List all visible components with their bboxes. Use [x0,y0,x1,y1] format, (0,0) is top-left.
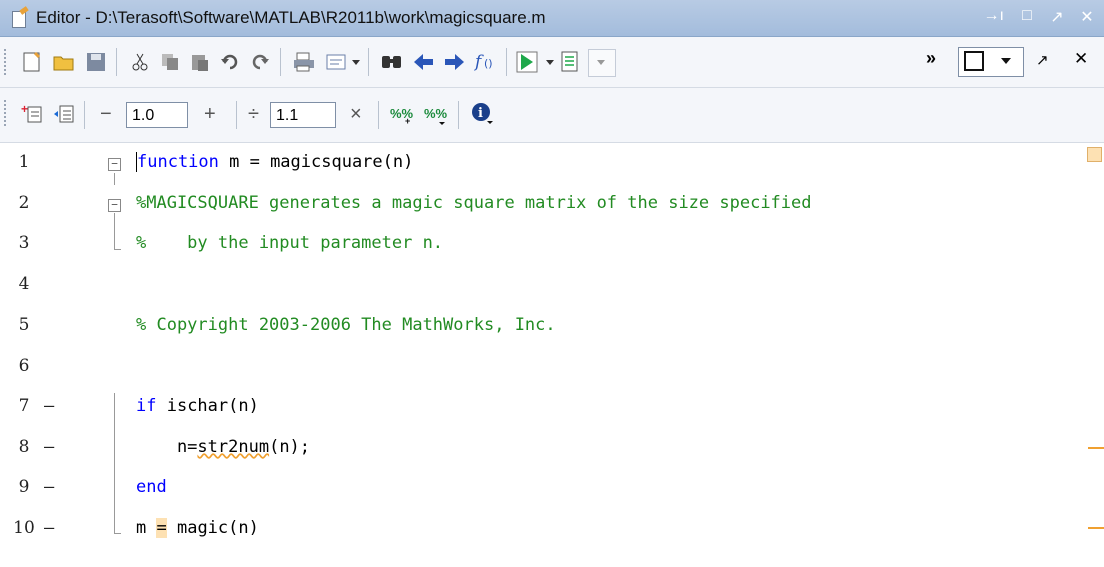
line-number: 6 [18,356,30,376]
cell-value-input[interactable]: 1.0 [126,102,188,128]
increment-icon[interactable]: + [204,103,216,126]
cell-scale-input[interactable]: 1.1 [270,102,336,128]
maximize-icon[interactable]: □ [1020,7,1034,27]
analysis-status-indicator[interactable] [1087,147,1102,162]
warning-underline[interactable]: str2num [197,437,269,457]
comment-icon[interactable] [324,50,348,74]
line-number: 5 [18,315,30,335]
save-icon[interactable] [84,50,108,74]
svg-text:i: i [478,106,483,121]
code-text-area[interactable]: − − function m = magicsquare(n) %MAGICSQ… [86,143,1086,567]
svg-text:+: + [405,116,410,125]
fold-collapse-icon[interactable]: − [108,199,121,212]
cell-mode-toolbar: + − 1.0 + ÷ 1.1 × %% + %% i [0,88,1104,143]
line-number: 2 [18,193,30,213]
breakpoint-marker[interactable]: – [44,396,54,416]
code-editor[interactable]: 1 2 3 4 5 6 7 8 9 10 – – – – − − functio… [0,143,1104,567]
breakpoint-marker[interactable]: – [44,437,54,457]
overflow-chevron-icon[interactable]: » [926,48,936,69]
fold-guide [114,393,115,533]
find-icon[interactable] [380,50,404,74]
code-line[interactable]: % Copyright 2003-2006 The MathWorks, Inc… [136,315,1104,355]
run-dropdown-icon[interactable] [544,50,556,74]
remove-comment-percent-icon[interactable]: %% [424,102,448,126]
evaluate-cell-icon[interactable] [52,102,76,126]
line-number: 10 [13,518,35,538]
undock-icon[interactable]: ↗ [1050,7,1064,27]
close-editor-icon[interactable]: ✕ [1074,49,1088,69]
svg-text:(): () [484,57,493,70]
code-text: n= [136,437,198,457]
breakpoint-marker[interactable]: – [44,477,54,497]
code-line[interactable]: m = magic(n) [136,518,1104,558]
window-title: Editor - D:\Terasoft\Software\MATLAB\R20… [36,8,546,27]
code-line[interactable]: if ischar(n) [136,396,1104,436]
fold-guide [114,173,115,185]
code-line[interactable] [136,356,1104,396]
line-number: 4 [18,274,30,294]
code-text: magic(n) [166,518,259,538]
svg-text:f: f [474,52,484,72]
breakpoint-icon[interactable] [558,50,582,74]
redo-icon[interactable] [248,50,272,74]
line-number: 8 [18,437,30,457]
editor-document-icon [12,11,26,28]
line-number: 1 [18,152,30,172]
code-text: m [136,518,157,538]
code-line[interactable]: % by the input parameter n. [136,233,1104,273]
keyword: function [137,152,219,172]
keyword: if [136,396,157,416]
code-line[interactable]: function m = magicsquare(n) [136,152,1104,192]
dock-icon[interactable]: →ı [984,7,1004,27]
line-number: 7 [18,396,30,416]
info-icon[interactable]: i [470,101,494,125]
svg-text:+: + [21,103,28,116]
fold-guide [114,213,115,249]
decrement-icon[interactable]: − [100,103,112,126]
warning-highlight[interactable]: = [156,518,167,538]
code-line[interactable]: %MAGICSQUARE generates a magic square ma… [136,193,1104,233]
line-number-gutter[interactable]: 1 2 3 4 5 6 7 8 9 10 – – – – [0,143,86,567]
toolbar-grip[interactable] [4,100,9,126]
code-line[interactable]: end [136,477,1104,517]
undock-editor-icon[interactable]: ↗ [1036,51,1049,69]
insert-cell-break-icon[interactable]: + [20,102,44,126]
comment-dropdown-icon[interactable] [350,50,362,74]
breakpoint-dropdown[interactable] [588,49,616,77]
paste-icon[interactable] [188,50,212,74]
code-text: (n); [269,437,311,457]
warning-marker[interactable] [1088,527,1104,529]
forward-icon[interactable] [442,50,466,74]
breakpoint-marker[interactable]: – [44,518,54,538]
cut-icon[interactable] [128,50,152,74]
line-number: 3 [18,233,30,253]
run-icon[interactable] [516,50,540,74]
code-text: m = magicsquare(n) [218,152,414,172]
code-text: ischar(n) [156,396,259,416]
new-file-icon[interactable] [20,50,44,74]
print-icon[interactable] [292,50,316,74]
divide-icon[interactable]: ÷ [248,103,259,126]
warning-marker[interactable] [1088,447,1104,449]
fold-collapse-icon[interactable]: − [108,158,121,171]
window-controls: →ı □ ↗ ✕ [984,7,1094,27]
code-line[interactable] [136,274,1104,314]
code-line[interactable]: n=str2num(n); [136,437,1104,477]
back-icon[interactable] [412,50,436,74]
open-folder-icon[interactable] [52,50,76,74]
svg-text:%%: %% [424,106,448,121]
close-icon[interactable]: ✕ [1080,7,1094,27]
title-bar: Editor - D:\Terasoft\Software\MATLAB\R20… [0,0,1104,37]
line-number: 9 [18,477,30,497]
layout-dropdown[interactable] [958,47,1024,77]
undo-icon[interactable] [218,50,242,74]
main-toolbar: f() » ↗ ✕ [0,37,1104,88]
function-icon[interactable]: f() [474,50,498,74]
add-comment-percent-icon[interactable]: %% + [390,102,414,126]
toolbar-grip[interactable] [4,49,9,75]
multiply-icon[interactable]: × [350,103,362,126]
copy-icon[interactable] [158,50,182,74]
